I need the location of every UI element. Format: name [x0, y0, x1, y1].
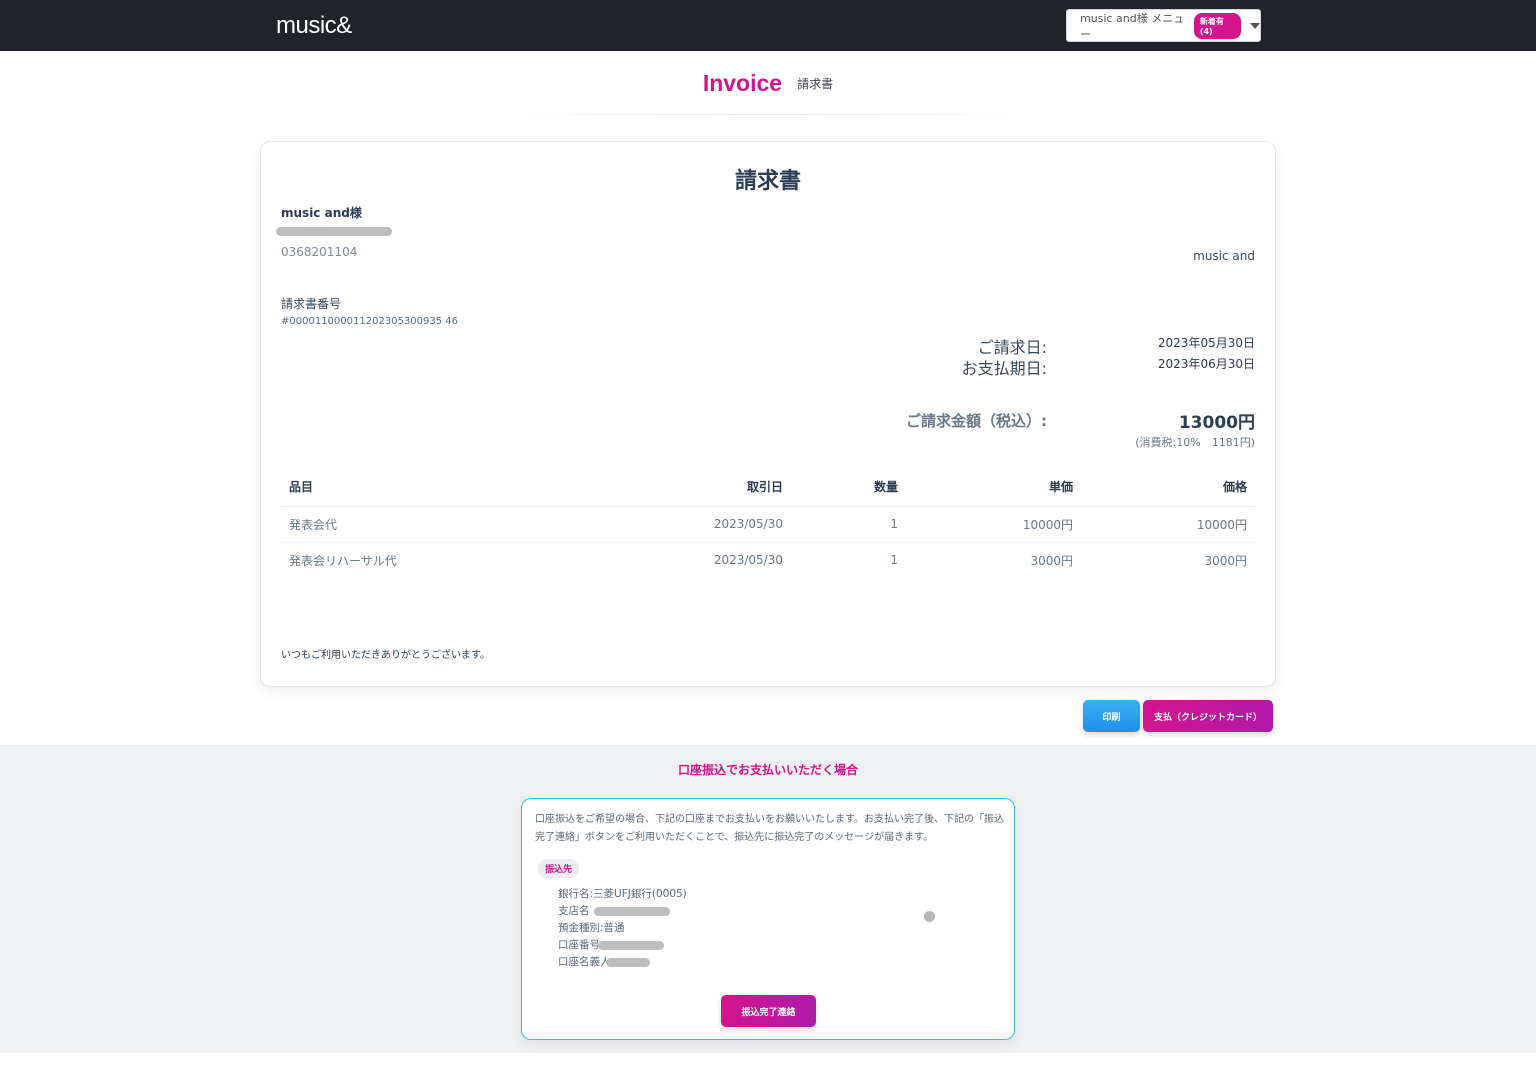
cursor-dot-icon: [924, 911, 935, 922]
total-amount: 13000円: [1178, 413, 1255, 433]
tax-note: (消費税:10% 1181円): [1135, 436, 1255, 449]
item-name: 発表会代: [281, 506, 581, 543]
page-heading: Invoice 請求書: [0, 70, 1536, 97]
account-type: 預金種別:普通: [558, 922, 625, 934]
page-title-jp: 請求書: [797, 77, 834, 91]
column-header: 価格: [1081, 468, 1255, 507]
due-date: 2023年06月30日: [1157, 357, 1255, 371]
brand-logo[interactable]: music&: [276, 12, 352, 40]
redacted-account-number: [598, 941, 664, 950]
column-header: 品目: [281, 468, 581, 507]
customer-name: music and様: [281, 206, 362, 220]
bank-details: 銀行名:三菱UFJ銀行(0005) 支店名 預金種別:普通 口座番号 口座名義人: [558, 886, 687, 971]
account-holder-row: 口座名義人: [558, 954, 687, 971]
item-date: 2023/05/30: [581, 506, 791, 543]
branch-row: 支店名: [558, 903, 687, 920]
invoice-number: #000011000011202305300935 46: [281, 316, 458, 327]
thanks-message: いつもご利用いただきありがとうございます。: [281, 650, 490, 661]
top-navbar: music& music and様 メニュー 新着有(4): [0, 0, 1536, 51]
account-number-row: 口座番号: [558, 937, 687, 954]
user-menu-button[interactable]: music and様 メニュー 新着有(4): [1066, 9, 1261, 42]
page-title-en: Invoice: [702, 70, 783, 96]
payee-badge: 振込先: [538, 859, 580, 878]
chevron-down-icon: [1250, 22, 1260, 29]
item-name: 発表会リハーサル代: [289, 553, 397, 568]
item-date: 2023/05/30: [713, 553, 783, 568]
heading-divider: [480, 114, 1056, 115]
item-price: 3000円: [1204, 553, 1247, 568]
due-date-label: お支払期日:: [961, 359, 1047, 378]
bank-transfer-section: 口座振込でお支払いいただく場合 口座振込をご希望の場合、下記の口座までお支払いを…: [0, 745, 1536, 1053]
invoice-title: 請求書: [734, 169, 801, 194]
table-row: 発表会代 2023/05/30 1 10000円 10000円: [281, 506, 1255, 543]
account-holder-label: 口座名義人: [558, 956, 611, 968]
bank-description: 口座振込をご希望の場合、下記の口座までお支払いをお願いいたします。お支払い完了後…: [535, 814, 1004, 843]
table-header-row: 品目 取引日 数量 単価 価格: [281, 468, 1255, 507]
column-header: 取引日: [581, 468, 791, 507]
account-number-label: 口座番号: [558, 939, 600, 951]
redacted-account-holder: [606, 958, 650, 967]
redacted-address: [276, 227, 392, 236]
item-qty: 1: [890, 553, 898, 568]
transfer-complete-button[interactable]: 振込完了連絡: [721, 995, 816, 1027]
bank-section-title: 口座振込でお支払いいただく場合: [677, 763, 858, 777]
user-menu-label: music and様 メニュー: [1080, 11, 1185, 41]
issuer-name: music and: [1193, 249, 1255, 263]
invoice-number-label: 請求書番号: [281, 297, 342, 311]
branch-label: 支店名: [558, 905, 590, 917]
invoice-items-table: 品目 取引日 数量 単価 価格 発表会代 2023/05/30 1 10000円…: [281, 468, 1255, 578]
item-qty: 1: [791, 506, 906, 543]
item-unit-price: 10000円: [906, 506, 1081, 543]
print-button[interactable]: 印刷: [1083, 700, 1140, 732]
billing-date: 2023年05月30日: [1157, 336, 1255, 350]
new-messages-badge: 新着有(4): [1193, 12, 1241, 39]
customer-phone: 0368201104: [281, 245, 358, 259]
column-header: 数量: [791, 468, 906, 507]
invoice-card: 請求書 music and様 0368201104 music and 請求書番…: [260, 141, 1276, 687]
item-unit-price: 3000円: [1030, 553, 1073, 568]
item-price: 10000円: [1081, 506, 1255, 543]
table-row: 発表会リハーサル代 2023/05/30 1 3000円 3000円: [281, 542, 1255, 578]
redacted-branch: [594, 907, 670, 916]
pay-credit-card-button[interactable]: 支払（クレジットカード）: [1143, 700, 1273, 732]
column-header: 単価: [906, 468, 1081, 507]
total-label: ご請求金額（税込）:: [906, 412, 1047, 430]
bank-info-card: 口座振込をご希望の場合、下記の口座までお支払いをお願いいたします。お支払い完了後…: [521, 798, 1015, 1040]
bank-name: 銀行名:三菱UFJ銀行(0005): [558, 888, 687, 900]
